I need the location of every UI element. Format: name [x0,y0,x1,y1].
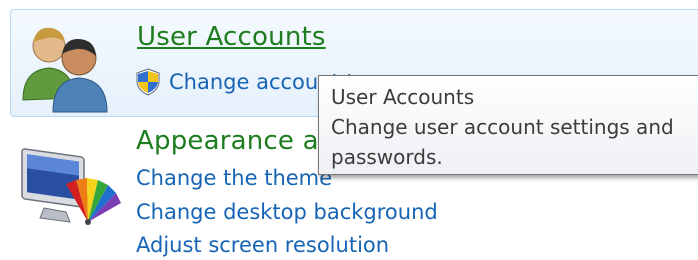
monitor-palette-icon[interactable] [18,142,122,238]
change-desktop-background-link[interactable]: Change desktop background [136,200,438,224]
users-icon[interactable] [17,18,113,118]
tooltip-line-2: passwords. [331,145,443,169]
user-accounts-link[interactable]: User Accounts [137,22,326,52]
uac-shield-icon [135,68,161,100]
tooltip: User Accounts Change user account settin… [318,75,698,175]
adjust-screen-resolution-link[interactable]: Adjust screen resolution [136,233,389,257]
tooltip-line-1: Change user account settings and [331,115,674,139]
change-theme-link[interactable]: Change the theme [136,166,332,190]
tooltip-title: User Accounts [331,85,475,109]
